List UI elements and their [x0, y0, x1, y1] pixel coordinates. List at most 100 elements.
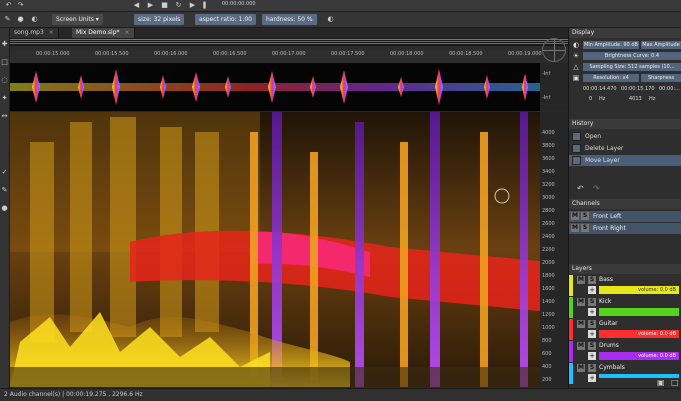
channel-front-right[interactable]: M S Front Right [569, 223, 681, 234]
solo-button[interactable]: S [588, 342, 596, 350]
wand-tool-icon[interactable]: ✦ [0, 94, 9, 103]
solo-button[interactable]: S [588, 276, 596, 284]
solo-button[interactable]: S [588, 298, 596, 306]
eyedropper-icon[interactable]: ✓ [0, 168, 9, 177]
delete-layer-icon[interactable]: □ [671, 378, 679, 387]
document-icon [572, 132, 581, 141]
sharpness-field[interactable]: Sharpness [641, 74, 681, 82]
close-icon[interactable]: × [49, 29, 54, 36]
record-icon[interactable]: ● [16, 15, 25, 24]
redo-icon[interactable]: ↷ [16, 1, 25, 10]
add-icon[interactable]: + [588, 374, 596, 382]
waveform-graphic [10, 69, 540, 105]
solo-button[interactable]: S [588, 320, 596, 328]
history-item[interactable]: Move Layer [569, 155, 681, 166]
mute-button[interactable]: M [577, 320, 585, 328]
layer-volume[interactable]: volume: 0.0 dB [599, 286, 679, 294]
ruler-tick: 00:00:19.000 [508, 51, 542, 57]
hardness-field[interactable]: hardness: 50 % [262, 14, 317, 25]
time-select-icon[interactable]: ↔ [0, 112, 9, 121]
mute-button[interactable]: M [577, 298, 585, 306]
lasso-tool-icon[interactable]: ◌ [0, 76, 9, 85]
layer-item[interactable]: M S Bass + volume: 0.0 dB [569, 275, 681, 296]
select-tool-icon[interactable]: □ [0, 58, 9, 67]
solo-button[interactable]: S [581, 212, 589, 220]
navigator-crosshair-icon[interactable] [542, 38, 566, 62]
history-panel-title: History [569, 119, 681, 129]
forward-icon[interactable]: ▶ [188, 1, 197, 10]
add-icon[interactable]: + [588, 308, 596, 316]
contrast-icon[interactable]: ◐ [30, 15, 39, 24]
view-end-time: 00:00:15.170 [621, 86, 655, 92]
rewind-icon[interactable]: ◀ [132, 1, 141, 10]
max-amplitude-field[interactable]: Max Amplitude [641, 41, 681, 49]
history-item[interactable]: Delete Layer [569, 143, 681, 154]
min-amplitude-field[interactable]: Min Amplitude: 90 dB [583, 41, 639, 49]
resolution-field[interactable]: Resolution: x4 [583, 74, 639, 82]
channel-front-left[interactable]: M S Front Left [569, 211, 681, 222]
layer-color [569, 363, 573, 384]
time-ruler[interactable]: 00:00:15.000 00:00:15.500 00:00:16.000 0… [10, 49, 542, 64]
brightness-curve-field[interactable]: Brightness Curve: 0.4 [583, 52, 681, 60]
stop-icon[interactable]: ■ [160, 1, 169, 10]
freq-label: 600 [542, 351, 552, 357]
max-frequency: 4013 [629, 96, 642, 102]
undo-icon[interactable]: ↶ [577, 184, 584, 193]
sampling-size-field[interactable]: Sampling Size: 512 samples (10... [583, 63, 681, 71]
freq-label: 2800 [542, 208, 555, 214]
status-text: 2 Audio channel(s) | 00:00:19.275 , 2296… [4, 391, 143, 398]
size-field[interactable]: size: 32 pixels [134, 14, 185, 25]
units-select[interactable]: Screen Units ▾ [52, 14, 103, 25]
waveform-view[interactable] [10, 63, 540, 111]
layer-color [569, 297, 573, 318]
freq-label: 1000 [542, 325, 555, 331]
solo-button[interactable]: S [581, 224, 589, 232]
move-tool-icon[interactable]: ✚ [0, 40, 9, 49]
redo-icon[interactable]: ↷ [593, 184, 600, 193]
freq-label: 2400 [542, 234, 555, 240]
spectrogram-view[interactable] [10, 112, 540, 387]
layer-color [569, 319, 573, 340]
tab-mix-demo[interactable]: Mix Demo.slp* × [72, 28, 135, 38]
layer-volume[interactable] [599, 308, 679, 316]
waveform-axis: -Inf -Inf [540, 63, 568, 111]
mute-button[interactable]: M [577, 342, 585, 350]
solo-button[interactable]: S [588, 364, 596, 372]
layer-volume[interactable] [599, 374, 679, 378]
freq-label: 4000 [542, 130, 555, 136]
play-icon[interactable]: ▶ [146, 1, 155, 10]
ruler-tick: 00:00:16.500 [213, 51, 247, 57]
tab-song[interactable]: song.mp3 × [10, 28, 59, 38]
freq-label: 1200 [542, 312, 555, 318]
brush-icon[interactable]: ✎ [3, 15, 12, 24]
mute-button[interactable]: M [571, 224, 579, 232]
add-icon[interactable]: + [588, 352, 596, 360]
brush-tool-icon[interactable]: ✎ [0, 186, 9, 195]
freq-label: 3200 [542, 182, 555, 188]
close-icon[interactable]: × [125, 29, 130, 36]
new-layer-icon[interactable]: ▣ [657, 378, 665, 387]
opacity-icon[interactable]: ◐ [326, 15, 335, 24]
track-overview[interactable] [10, 38, 568, 46]
ruler-tick: 00:00:17.000 [272, 51, 306, 57]
add-icon[interactable]: + [588, 330, 596, 338]
layer-item[interactable]: M S Guitar + volume: 0.0 dB [569, 319, 681, 340]
layer-volume[interactable]: volume: 0.0 dB [599, 330, 679, 338]
layer-item[interactable]: M S Kick + [569, 297, 681, 318]
undo-icon[interactable]: ↶ [4, 1, 13, 10]
layer-volume[interactable]: volume: 0.0 dB [599, 352, 679, 360]
min-frequency-unit: Hz [599, 96, 606, 102]
add-icon[interactable]: + [588, 286, 596, 294]
aspect-field[interactable]: aspect ratio: 1.00 [195, 14, 256, 25]
layer-item[interactable]: M S Drums + volume: 0.0 dB [569, 341, 681, 362]
mute-button[interactable]: M [571, 212, 579, 220]
history-item[interactable]: Open [569, 131, 681, 142]
layer-color [569, 341, 573, 362]
loop-icon[interactable]: ↻ [174, 1, 183, 10]
mute-button[interactable]: M [577, 364, 585, 372]
clone-tool-icon[interactable]: ● [0, 204, 9, 213]
document-icon [572, 144, 581, 153]
mute-button[interactable]: M [577, 276, 585, 284]
chevron-down-icon: ▾ [95, 16, 99, 23]
pause-icon[interactable]: ❚ [200, 1, 209, 10]
